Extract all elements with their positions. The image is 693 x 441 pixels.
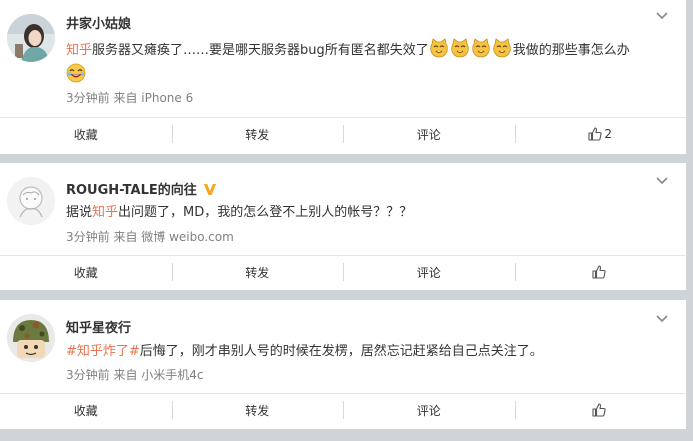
repost-button[interactable]: 转发 (171, 256, 344, 288)
like-count: 2 (604, 127, 613, 141)
post-text-body: 后悔了，刚才串别人号的时候在发楞，居然忘记赶紧给自己点关注了。 (139, 344, 543, 359)
avatar[interactable] (7, 14, 55, 62)
chevron-down-icon[interactable] (656, 315, 668, 323)
username[interactable]: ROUGH-TALE的向往 (66, 179, 217, 198)
username-text: ROUGH-TALE的向往 (66, 183, 197, 198)
avatar-photo-girl (7, 14, 55, 62)
feed-card: 知乎星夜行 #知乎炸了#后悔了，刚才串别人号的时候在发楞，居然忘记赶紧给自己点关… (0, 300, 686, 429)
avatar[interactable] (7, 314, 55, 362)
topic-link[interactable]: 知乎 (66, 43, 92, 58)
comment-label: 评论 (416, 265, 441, 280)
post-text: #知乎炸了#后悔了，刚才串别人号的时候在发楞，居然忘记赶紧给自己点关注了。 (66, 339, 668, 364)
post-text: 知乎服务器又瘫痪了……要是哪天服务器bug所有匿名都失效了 我做的那些事怎么办 (66, 38, 668, 88)
comment-label: 评论 (416, 403, 441, 418)
post-text: 据说知乎出问题了，MD，我的怎么登不上别人的帐号？？？ (66, 200, 668, 225)
repost-button[interactable]: 转发 (171, 394, 344, 426)
collect-label: 收藏 (73, 265, 98, 280)
repost-label: 转发 (245, 127, 270, 142)
comment-label: 评论 (416, 127, 441, 142)
like-button[interactable] (514, 256, 687, 288)
laughing-face-icon (66, 63, 86, 83)
cat-face-icon (471, 38, 491, 58)
action-bar: 收藏 转发 评论 (0, 255, 686, 288)
collect-button[interactable]: 收藏 (0, 394, 172, 426)
comment-button[interactable]: 评论 (343, 256, 515, 288)
chevron-down-icon[interactable] (656, 177, 668, 185)
like-button[interactable]: 2 (514, 118, 687, 150)
username[interactable]: 井家小姑娘 (66, 13, 131, 32)
repost-button[interactable]: 转发 (171, 118, 344, 150)
avatar-sketch (7, 177, 55, 225)
post-meta: 3分钟前 来自 微博 weibo.com (66, 230, 234, 244)
hashtag-link[interactable]: #知乎炸了# (66, 344, 140, 359)
post-meta: 3分钟前 来自 小米手机4c (66, 368, 204, 382)
collect-label: 收藏 (73, 127, 98, 142)
topic-link[interactable]: 知乎 (92, 205, 118, 220)
repost-label: 转发 (245, 265, 270, 280)
post-text-body: 服务器又瘫痪了……要是哪天服务器bug所有匿名都失效了 (92, 43, 429, 58)
chevron-down-icon[interactable] (656, 12, 668, 20)
action-bar: 收藏 转发 评论 2 (0, 117, 686, 150)
comment-button[interactable]: 评论 (343, 394, 515, 426)
like-button[interactable] (514, 394, 687, 426)
cat-face-icon (450, 38, 470, 58)
action-bar: 收藏 转发 评论 (0, 393, 686, 426)
post-text-body: 出问题了，MD，我的怎么登不上别人的帐号？？？ (118, 205, 413, 220)
thumbs-up-icon (588, 127, 603, 141)
collect-button[interactable]: 收藏 (0, 118, 172, 150)
thumbs-up-icon (592, 265, 606, 279)
avatar-soldier (7, 314, 55, 362)
avatar[interactable] (7, 177, 55, 225)
verified-v-icon (203, 184, 216, 195)
feed-card: 井家小姑娘 知乎服务器又瘫痪了……要是哪天服务器bug所有匿名都失效了 我做的那些… (0, 0, 686, 154)
post-text-tail: 我做的那些事怎么办 (512, 43, 630, 58)
comment-button[interactable]: 评论 (343, 118, 515, 150)
repost-label: 转发 (245, 403, 270, 418)
cat-face-icon (492, 38, 512, 58)
thumbs-up-icon (592, 403, 606, 417)
feed-card: ROUGH-TALE的向往 据说知乎出问题了，MD，我的怎么登不上别人的帐号？？… (0, 163, 686, 290)
collect-label: 收藏 (73, 403, 98, 418)
post-meta: 3分钟前 来自 iPhone 6 (66, 91, 194, 105)
username[interactable]: 知乎星夜行 (66, 317, 131, 336)
collect-button[interactable]: 收藏 (0, 256, 172, 288)
cat-face-icon (429, 38, 449, 58)
post-text-prefix: 据说 (66, 205, 93, 220)
